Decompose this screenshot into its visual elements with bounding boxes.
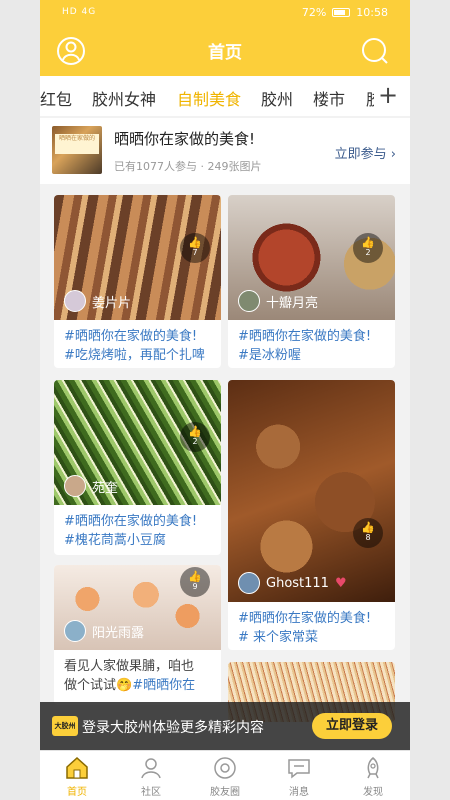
avatar <box>64 475 86 497</box>
emoji-icon: 🤭 <box>116 678 133 693</box>
topic-thumbnail: 晒晒在家做的 <box>52 126 102 174</box>
post-author[interactable]: 阳光雨露 <box>64 620 144 642</box>
add-tab-plus-icon[interactable]: + <box>374 80 402 112</box>
post-card[interactable]: 👍 9 阳光雨露 看见人家做果脯，咱也 做个试试🤭#晒晒你在 <box>54 565 221 705</box>
login-button[interactable]: 立即登录 <box>312 713 392 739</box>
nav-friends-circle[interactable]: 胶友圈 <box>195 755 255 798</box>
search-icon[interactable] <box>360 36 390 66</box>
topic-banner[interactable]: 晒晒在家做的 晒晒你在家做的美食! 已有1077人参与 · 249张图片 立即参… <box>40 118 410 184</box>
like-badge[interactable]: 👍 2 <box>353 233 383 263</box>
page-title: 首页 <box>208 43 242 63</box>
battery-percent: 72% <box>301 6 327 19</box>
avatar <box>238 572 260 594</box>
battery-icon <box>332 8 351 17</box>
heart-icon[interactable]: ♥ <box>335 576 347 591</box>
tab-jiaozhou-goddess[interactable]: 胶州女神 <box>92 86 156 110</box>
top-bar: HD 4G 72% 10:58 首页 <box>40 0 410 76</box>
rocket-icon <box>367 757 379 779</box>
network-indicator: HD 4G <box>62 7 97 17</box>
topic-title: 晒晒你在家做的美食! <box>114 130 256 148</box>
login-prompt-text: 登录大胶州体验更多精彩内容 <box>82 720 264 736</box>
status-bar: HD 4G 72% 10:58 <box>40 0 410 26</box>
post-author[interactable]: 苑奎 <box>64 475 118 497</box>
community-icon <box>141 758 161 779</box>
join-now-link[interactable]: 立即参与 › <box>335 143 396 162</box>
post-caption: 看见人家做果脯，咱也 做个试试🤭#晒晒你在 <box>64 659 196 693</box>
app-logo: 大胶州 <box>52 716 78 736</box>
friends-circle-icon <box>214 757 236 779</box>
nav-home[interactable]: 首页 <box>47 755 107 798</box>
post-card[interactable]: 👍 7 姜片片 #晒晒你在家做的美食! #吃烧烤啦，再配个扎啤 <box>54 195 221 368</box>
nav-discover[interactable]: 发现 <box>343 755 403 798</box>
post-photo <box>228 380 395 602</box>
tab-homemade-food[interactable]: 自制美食 <box>177 86 241 110</box>
post-author[interactable]: 十瓣月亮 <box>238 290 318 312</box>
tab-jiaozhou[interactable]: 胶州 <box>261 86 293 110</box>
tab-hongbao[interactable]: 红包 <box>40 86 72 110</box>
home-icon <box>66 756 88 779</box>
clock: 10:58 <box>356 6 388 19</box>
post-author[interactable]: Ghost111 ♥ <box>238 572 388 594</box>
category-tabs: 红包 胶州女神 自制美食 胶州 楼市 胶 + <box>40 76 410 116</box>
avatar <box>238 290 260 312</box>
post-author[interactable]: 姜片片 <box>64 290 131 312</box>
like-badge[interactable]: 👍 7 <box>180 233 210 263</box>
login-prompt: 大胶州 登录大胶州体验更多精彩内容 立即登录 <box>40 702 410 750</box>
like-badge[interactable]: 👍 8 <box>353 518 383 548</box>
post-caption: #晒晒你在家做的美食! #是冰粉喔 <box>238 329 372 363</box>
bottom-nav: 首页 社区 胶友圈 消息 发现 <box>40 750 410 800</box>
app-screen: HD 4G 72% 10:58 首页 红包 胶州女神 自制美食 胶州 楼市 胶 … <box>40 0 410 800</box>
post-card[interactable]: 👍 2 十瓣月亮 #晒晒你在家做的美食! #是冰粉喔 <box>228 195 395 368</box>
nav-messages[interactable]: 消息 <box>269 755 329 798</box>
nav-community[interactable]: 社区 <box>121 755 181 798</box>
avatar <box>64 290 86 312</box>
message-icon <box>288 759 310 779</box>
tab-property[interactable]: 楼市 <box>313 86 345 110</box>
avatar <box>64 620 86 642</box>
post-caption: #晒晒你在家做的美食! #槐花茼蒿小豆腐 <box>64 514 198 548</box>
like-badge[interactable]: 👍 2 <box>180 422 210 452</box>
topic-stats: 已有1077人参与 · 249张图片 <box>114 160 262 173</box>
post-caption: #晒晒你在家做的美食! # 来个家常菜 <box>238 611 372 645</box>
like-badge[interactable]: 👍 9 <box>180 567 210 597</box>
post-card[interactable]: 👍 2 苑奎 #晒晒你在家做的美食! #槐花茼蒿小豆腐 <box>54 380 221 555</box>
post-caption: #晒晒你在家做的美食! #吃烧烤啦，再配个扎啤 <box>64 329 205 363</box>
post-card[interactable]: 👍 8 Ghost111 ♥ #晒晒你在家做的美食! # 来个家常菜 <box>228 380 395 650</box>
